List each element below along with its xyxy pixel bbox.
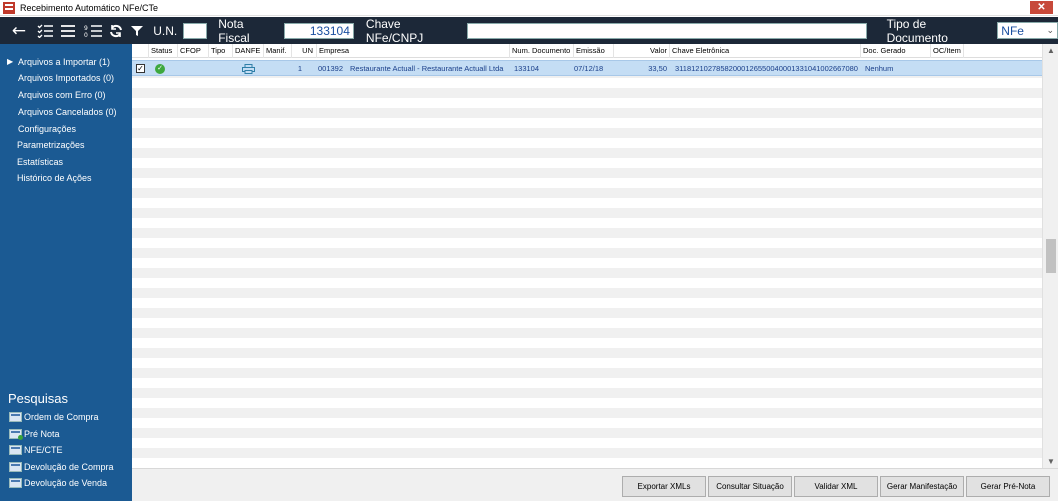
window-title: Recebimento Automático NFe/CTe xyxy=(20,2,159,13)
nota-fiscal-input[interactable] xyxy=(283,22,354,39)
search-item-devolucao-de-venda[interactable]: Devolução de Venda xyxy=(9,478,107,488)
refresh-icon[interactable] xyxy=(105,17,127,44)
sidebar-item-historico-de-acoes[interactable]: Histórico de Ações xyxy=(17,173,92,183)
search-item-label: Pré Nota xyxy=(24,429,60,439)
cell-empresa-code: 001392 xyxy=(318,64,344,73)
filter-icon[interactable] xyxy=(127,17,147,44)
status-ok-icon: ✓ xyxy=(155,64,165,74)
consultar-situacao-button[interactable]: Consultar Situação xyxy=(708,476,792,497)
grid-body xyxy=(132,58,1042,468)
search-heading: Pesquisas xyxy=(8,391,68,406)
scroll-thumb[interactable] xyxy=(1046,239,1056,273)
cell-valor: 33,50 xyxy=(648,64,667,73)
gerar-pre-nota-button[interactable]: Gerar Pré-Nota xyxy=(966,476,1050,497)
grid-form-icon xyxy=(9,478,22,488)
form-icon xyxy=(9,412,22,422)
checklist-icon[interactable] xyxy=(34,17,56,44)
column-header-danfe[interactable]: DANFE xyxy=(233,44,264,58)
sidebar-item-arquivos-a-importar[interactable]: Arquivos a Importar (1) xyxy=(7,57,110,67)
documents-grid: Status CFOP Tipo DANFE Manif. UN Empresa… xyxy=(132,44,1042,468)
column-header-empresa[interactable]: Empresa xyxy=(317,44,510,58)
scroll-down-icon[interactable]: ▼ xyxy=(1043,455,1058,468)
column-header-doc-gerado[interactable]: Doc. Gerado xyxy=(861,44,931,58)
cell-num-documento: 133104 xyxy=(514,64,540,73)
search-item-ordem-de-compra[interactable]: Ordem de Compra xyxy=(9,412,99,422)
column-header-emissao[interactable]: Emissão xyxy=(574,44,614,58)
cell-chave-eletronica: 3118121027858200012655004000133104100266… xyxy=(675,64,858,73)
search-item-nfe-cte[interactable]: NFE/CTE xyxy=(9,445,63,455)
column-header-oc-item[interactable]: OC/Item xyxy=(931,44,964,58)
sidebar-item-estatisticas[interactable]: Estatísticas xyxy=(17,157,63,167)
cell-emissao: 07/12/18 xyxy=(574,64,604,73)
chave-input[interactable] xyxy=(466,22,867,39)
search-item-pre-nota[interactable]: Pré Nota xyxy=(9,429,60,440)
column-header-valor[interactable]: Valor xyxy=(614,44,670,58)
svg-text:9: 9 xyxy=(84,25,88,32)
tipo-documento-value: NFe xyxy=(1001,23,1024,38)
search-item-label: Devolução de Compra xyxy=(24,462,114,472)
cell-cfop xyxy=(178,61,209,77)
search-item-devolucao-de-compra[interactable]: Devolução de Compra xyxy=(9,462,114,472)
column-header-manif[interactable]: Manif. xyxy=(264,44,292,58)
list-icon[interactable] xyxy=(56,17,80,44)
printer-icon[interactable] xyxy=(242,64,255,74)
search-item-label: NFE/CTE xyxy=(24,445,63,455)
close-button[interactable]: ✕ xyxy=(1030,1,1053,14)
form-icon xyxy=(9,445,22,455)
nota-fiscal-label: Nota Fiscal xyxy=(218,16,250,45)
row-checkbox[interactable]: ✓ xyxy=(136,64,145,73)
gerar-manifestacao-button[interactable]: Gerar Manifestação xyxy=(880,476,964,497)
chave-label: Chave NFe/CNPJ xyxy=(365,16,424,45)
tipo-documento-label: Tipo de Documento xyxy=(886,16,948,45)
grid-header: Status CFOP Tipo DANFE Manif. UN Empresa… xyxy=(132,44,1042,58)
column-header-tipo[interactable]: Tipo xyxy=(209,44,233,58)
sidebar: Arquivos a Importar (1) Arquivos Importa… xyxy=(0,44,132,501)
search-item-label: Devolução de Venda xyxy=(24,478,108,488)
sidebar-item-arquivos-cancelados[interactable]: Arquivos Cancelados (0) xyxy=(18,107,117,117)
scroll-up-icon[interactable]: ▲ xyxy=(1043,44,1058,57)
action-bar: Exportar XMLs Consultar Situação Validar… xyxy=(132,468,1058,501)
un-input[interactable] xyxy=(183,22,208,39)
cell-empresa: Restaurante Actuall - Restaurante Actual… xyxy=(350,64,504,73)
exportar-xmls-button[interactable]: Exportar XMLs xyxy=(622,476,706,497)
column-header-status[interactable]: Status xyxy=(149,44,178,58)
toolbar: ← 90 U.N. Nota Fiscal Chave NFe/CNPJ Tip… xyxy=(0,16,1058,45)
svg-text:0: 0 xyxy=(84,32,88,38)
tipo-documento-select[interactable]: NFe ⌄ xyxy=(997,22,1058,39)
grid-form-icon xyxy=(9,462,22,472)
app-icon xyxy=(3,1,15,14)
chevron-down-icon: ⌄ xyxy=(1046,25,1054,35)
column-header-chave-eletronica[interactable]: Chave Eletrônica xyxy=(670,44,861,58)
validar-xml-button[interactable]: Validar XML xyxy=(794,476,878,497)
column-header-num-documento[interactable]: Num. Documento xyxy=(510,44,574,58)
cell-manif xyxy=(264,61,292,77)
vertical-scrollbar[interactable]: ▲ ▼ xyxy=(1042,44,1058,468)
column-header-select[interactable] xyxy=(132,44,149,58)
title-bar: Recebimento Automático NFe/CTe ✕ xyxy=(0,0,1058,16)
search-item-label: Ordem de Compra xyxy=(24,412,99,422)
numbered-list-icon[interactable]: 90 xyxy=(80,17,106,44)
table-row[interactable]: ✓ ✓ 1 001392 Restaurante Actuall - Resta… xyxy=(132,60,1042,76)
cell-un: 1 xyxy=(297,64,302,73)
sidebar-item-arquivos-importados[interactable]: Arquivos Importados (0) xyxy=(18,73,114,83)
sidebar-item-parametrizacoes[interactable]: Parametrizações xyxy=(17,140,85,150)
cell-doc-gerado: Nenhum xyxy=(865,64,894,73)
un-label: U.N. xyxy=(153,23,178,38)
form-add-icon xyxy=(9,429,23,440)
cell-oc-item xyxy=(931,61,964,77)
sidebar-item-configuracoes[interactable]: Configurações xyxy=(18,124,76,134)
column-header-un[interactable]: UN xyxy=(292,44,317,58)
column-header-cfop[interactable]: CFOP xyxy=(178,44,209,58)
cell-tipo xyxy=(209,61,233,77)
back-arrow-icon[interactable]: ← xyxy=(4,17,34,44)
sidebar-item-arquivos-com-erro[interactable]: Arquivos com Erro (0) xyxy=(18,90,106,100)
